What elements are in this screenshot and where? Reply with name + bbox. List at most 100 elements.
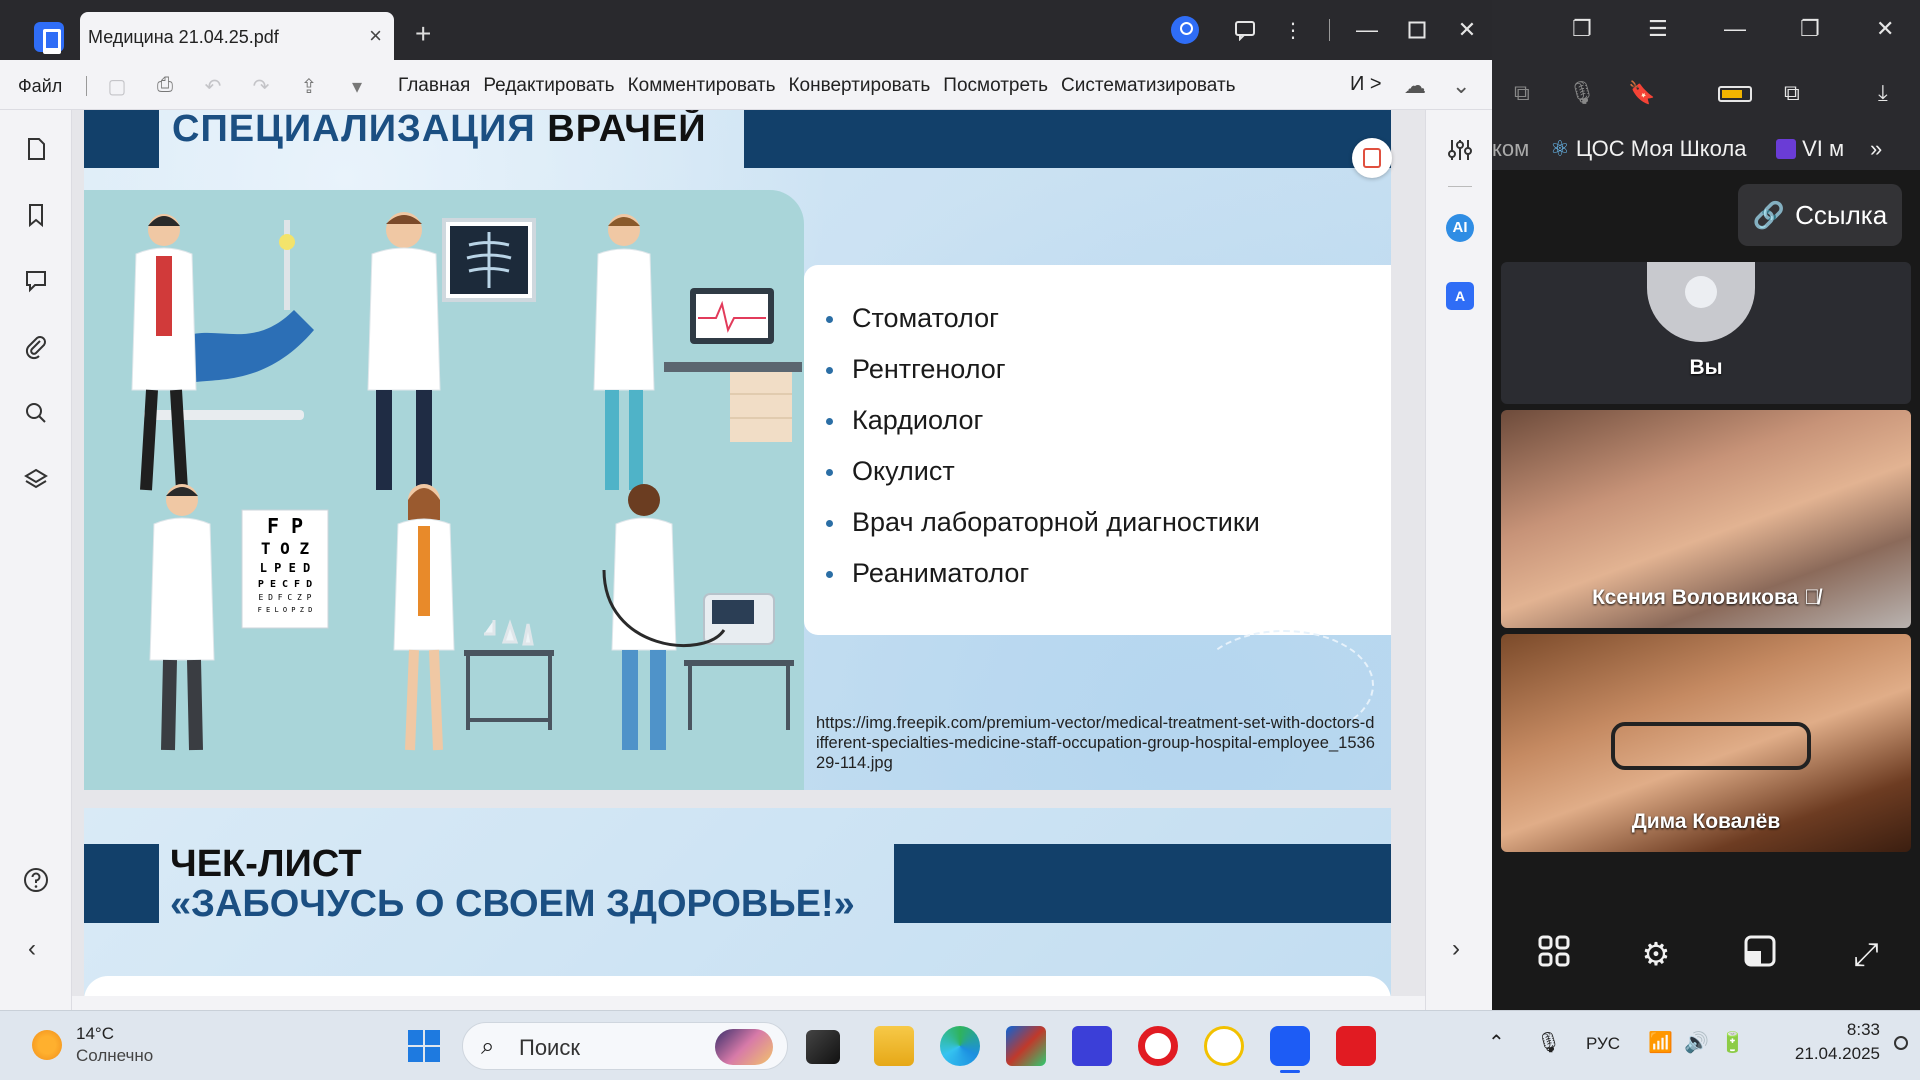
menu-convert[interactable]: Конвертировать [788, 75, 930, 97]
menu-view[interactable]: Посмотреть [943, 75, 1048, 97]
translate-icon[interactable]: A [1446, 282, 1474, 310]
restore-button[interactable]: ❐ [1800, 16, 1820, 42]
bookmarks-overflow[interactable]: » [1870, 136, 1882, 162]
link-icon: 🔗 [1752, 199, 1786, 230]
picture-in-picture-icon[interactable] [1740, 934, 1780, 974]
bookmark-icon[interactable] [23, 202, 49, 228]
list-item: Стоматолог [826, 303, 1260, 354]
fullscreen-icon[interactable]: ⤢ [1846, 934, 1886, 974]
image-source-link[interactable]: https://img.freepik.com/premium-vector/m… [816, 713, 1376, 773]
tab-close-icon[interactable]: × [369, 23, 382, 49]
attachment-icon[interactable] [23, 334, 49, 360]
yandex-browser-icon[interactable] [1336, 1026, 1376, 1066]
collections-icon[interactable]: ⧉ [1784, 80, 1800, 106]
pdfelement-taskbar-icon[interactable] [1270, 1026, 1310, 1066]
settings-gear-icon[interactable]: ⚙ [1636, 934, 1676, 974]
document-viewport[interactable]: СПЕЦИАЛИЗАЦИЯ ВРАЧЕЙ F P T O Z L P E D P… [72, 110, 1425, 1010]
maximize-button[interactable] [1392, 0, 1442, 60]
bookmark-cos-school[interactable]: ⚛ ЦОС Моя Школа [1550, 136, 1746, 162]
undo-icon[interactable]: ↶ [200, 74, 226, 98]
tabs-icon[interactable]: ❐ [1572, 16, 1592, 42]
collapse-ribbon-icon[interactable]: ⌄ [1452, 73, 1470, 99]
checklist-heading-line-2: «ЗАБОЧУСЬ О СВОЕМ ЗДОРОВЬЕ!» [170, 883, 855, 925]
weather-sun-icon[interactable] [32, 1030, 62, 1060]
menu-edit[interactable]: Редактировать [483, 75, 614, 97]
more-vertical-icon[interactable]: ⋮ [1280, 17, 1306, 43]
weather-condition[interactable]: Солнечно [76, 1046, 153, 1066]
doctor-figure [131, 214, 197, 491]
pdf-editor-window: Медицина 21.04.25.pdf × + ⋮ — ✕ Файл ▢ ⎙… [0, 0, 1492, 1010]
menu-comment[interactable]: Комментировать [628, 75, 776, 97]
menu-file[interactable]: Файл [18, 76, 62, 97]
search-placeholder: Поиск [519, 1035, 580, 1060]
collapse-right-icon[interactable]: › [1452, 935, 1480, 963]
whiteboard-app-icon[interactable] [1072, 1026, 1112, 1066]
participant-video-tile[interactable]: Дима Ковалёв [1501, 634, 1911, 852]
collapse-left-icon[interactable]: ‹ [28, 935, 54, 962]
close-window-button[interactable]: ✕ [1876, 16, 1894, 42]
quick-access-dropdown-icon[interactable]: ▾ [344, 74, 370, 98]
microphone-icon[interactable]: 🎙 [1536, 1030, 1561, 1055]
opera-browser-icon[interactable] [1138, 1026, 1178, 1066]
weather-temperature[interactable]: 14°C [76, 1024, 114, 1044]
grid-layout-icon[interactable] [1534, 934, 1574, 974]
properties-sliders-icon[interactable] [1446, 136, 1474, 164]
ai-assistant-icon[interactable]: AI [1446, 214, 1474, 242]
main-menu: Главная Редактировать Комментировать Кон… [398, 75, 1236, 97]
copy-link-button[interactable]: 🔗 Ссылка [1738, 184, 1902, 246]
notification-icon[interactable] [1894, 1036, 1908, 1050]
save-icon[interactable]: ▢ [104, 74, 130, 98]
participant-video-tile[interactable]: Ксения Воловикова 🎙̸ [1501, 410, 1911, 628]
title-band-right [744, 110, 1391, 168]
comment-icon[interactable] [23, 268, 49, 294]
print-icon[interactable]: ⎙ [152, 74, 178, 98]
account-icon[interactable] [1171, 16, 1199, 44]
file-explorer-icon[interactable] [874, 1026, 914, 1066]
browser-toolbar: ⧉ 🎙 🔖 ⧉ ⤓ [1492, 62, 1920, 124]
page-thumbnails-icon[interactable] [23, 136, 49, 162]
system-clock[interactable]: 8:33 21.04.2025 [1770, 1018, 1880, 1066]
tab-counter-icon[interactable]: ⧉ [1514, 80, 1530, 106]
taskview-app-icon[interactable] [806, 1030, 840, 1064]
new-tab-button[interactable]: + [415, 18, 431, 50]
yandex-app-icon[interactable] [1204, 1026, 1244, 1066]
self-video-tile[interactable]: Вы [1501, 262, 1911, 404]
layers-icon[interactable] [23, 466, 49, 492]
bookmark-vi[interactable]: VI м [1776, 136, 1844, 162]
bookmark-icon[interactable]: 🔖 [1628, 80, 1655, 106]
search-icon[interactable] [23, 400, 49, 426]
downloads-icon[interactable]: ⤓ [1878, 80, 1888, 106]
floating-convert-button[interactable] [1352, 138, 1392, 178]
start-button[interactable] [408, 1030, 440, 1062]
microphone-icon[interactable]: 🎙 [1568, 80, 1596, 106]
feedback-icon[interactable] [1232, 17, 1258, 43]
show-hidden-icons[interactable]: ⌃ [1488, 1030, 1505, 1055]
wifi-icon[interactable]: 📶 [1648, 1030, 1673, 1055]
taskbar-search[interactable]: ⌕ Поиск [462, 1022, 788, 1070]
battery-saver-icon[interactable] [1718, 86, 1752, 102]
edge-browser-icon[interactable] [940, 1026, 980, 1066]
document-tab[interactable]: Медицина 21.04.25.pdf × [80, 12, 394, 60]
bookmark-item[interactable]: ком [1492, 136, 1529, 162]
minimize-button[interactable]: — [1724, 16, 1746, 42]
redo-icon[interactable]: ↷ [248, 74, 274, 98]
help-icon[interactable] [23, 867, 49, 893]
store-icon[interactable] [1006, 1026, 1046, 1066]
heading-part-2: ВРАЧЕЙ [547, 110, 707, 150]
menu-home[interactable]: Главная [398, 75, 470, 97]
title-band-left [84, 110, 159, 168]
battery-icon[interactable]: 🔋 [1720, 1030, 1745, 1055]
menu-icon[interactable]: ☰ [1648, 16, 1668, 42]
language-indicator[interactable]: РУС [1586, 1034, 1620, 1054]
title-band-left [84, 844, 159, 923]
menu-overflow[interactable]: И > [1350, 73, 1382, 96]
minimize-button[interactable]: — [1342, 0, 1392, 60]
doctors-illustration: F P T O Z L P E D P E C F D E D F C Z P … [84, 190, 804, 790]
specializations-list-card: Стоматолог Рентгенолог Кардиолог Окулист… [804, 265, 1391, 635]
cloud-upload-icon[interactable]: ☁ [1404, 73, 1426, 99]
menu-organize[interactable]: Систематизировать [1061, 75, 1236, 97]
share-icon[interactable]: ⇪ [296, 74, 322, 98]
volume-icon[interactable]: 🔊 [1684, 1030, 1709, 1055]
close-window-button[interactable]: ✕ [1442, 0, 1492, 60]
pdf-page-specializations: СПЕЦИАЛИЗАЦИЯ ВРАЧЕЙ F P T O Z L P E D P… [84, 110, 1391, 790]
